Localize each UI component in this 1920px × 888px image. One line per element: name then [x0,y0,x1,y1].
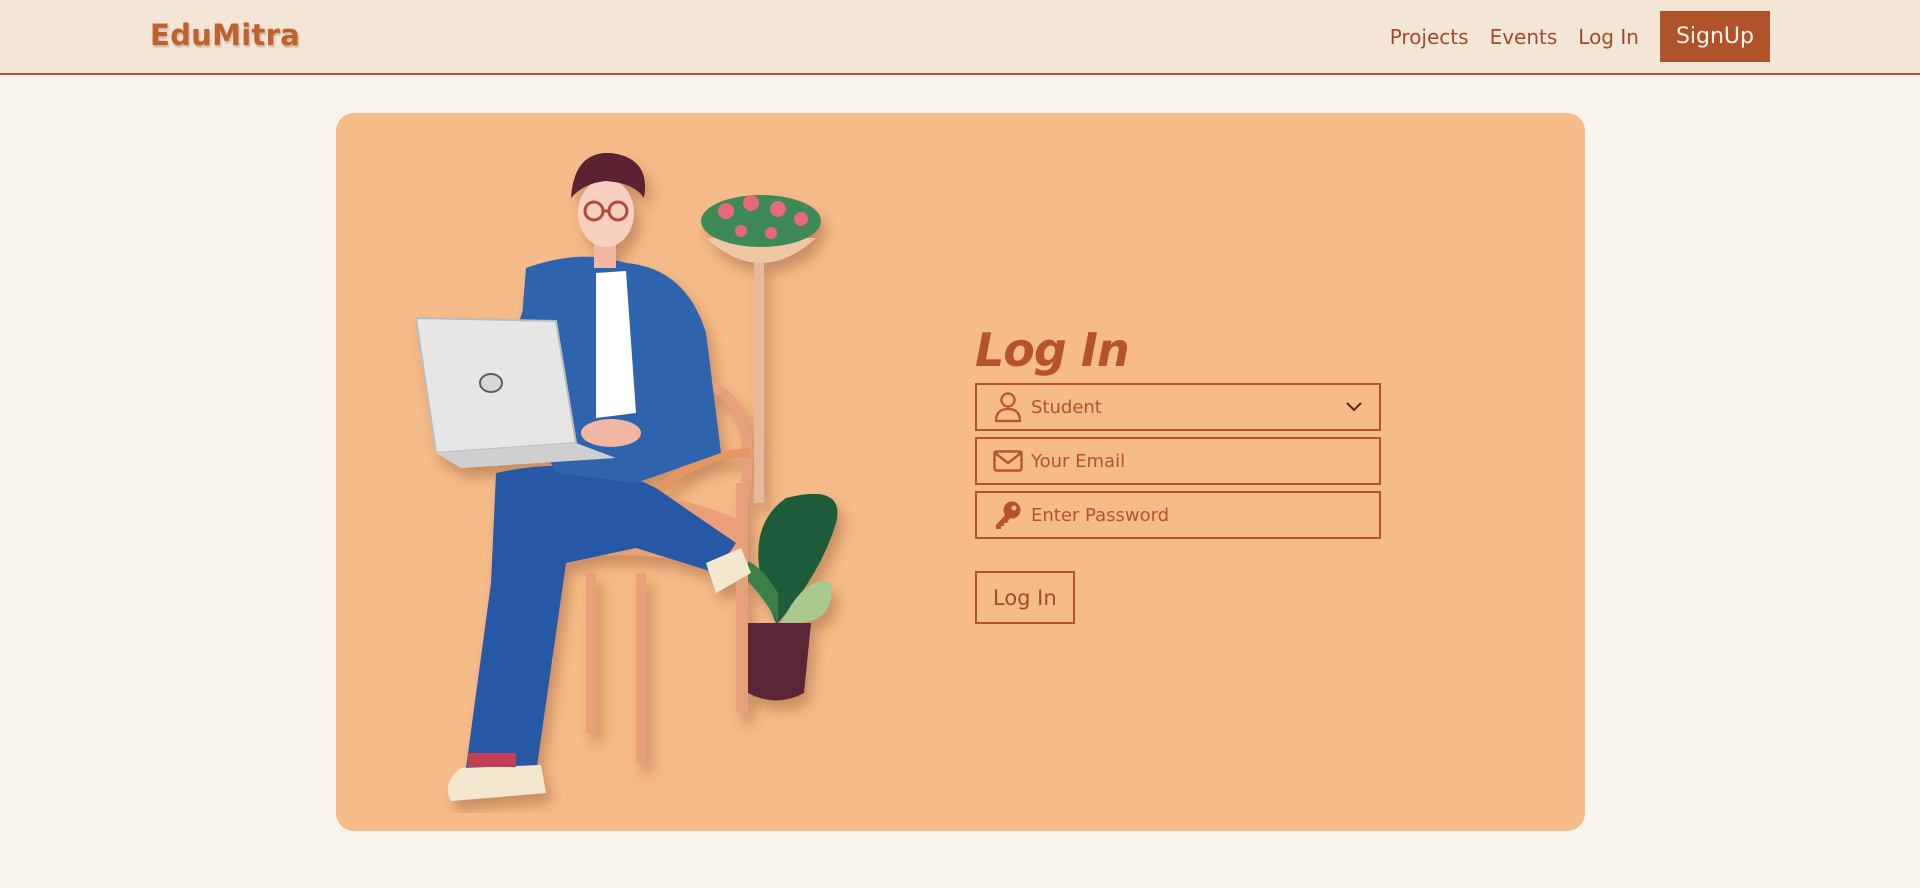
chevron-down-icon[interactable] [1339,392,1369,422]
brand-logo[interactable]: EduMitra [150,18,300,52]
top-navbar: EduMitra Projects Events Log In SignUp [0,0,1920,75]
student-laptop-illustration [414,153,838,801]
login-title: Log In [975,323,1130,377]
nav-links: Projects Events Log In SignUp [1369,11,1770,62]
password-input[interactable] [1031,493,1379,537]
key-icon [985,493,1031,537]
signup-button[interactable]: SignUp [1659,11,1770,62]
password-field [975,491,1381,539]
login-submit-button[interactable]: Log In [975,571,1075,624]
nav-link-projects[interactable]: Projects [1390,25,1469,49]
envelope-icon [985,439,1031,483]
nav-link-events[interactable]: Events [1490,25,1558,49]
email-field [975,437,1381,485]
login-card: Log In Student Your Email Log In [336,113,1585,831]
role-select[interactable]: Student [975,383,1381,431]
email-input[interactable] [1031,439,1379,483]
user-icon [985,385,1031,429]
role-select-value: Student [1031,396,1102,418]
nav-link-login[interactable]: Log In [1578,25,1639,49]
login-form: Log In Student Your Email Log In [975,323,1381,624]
